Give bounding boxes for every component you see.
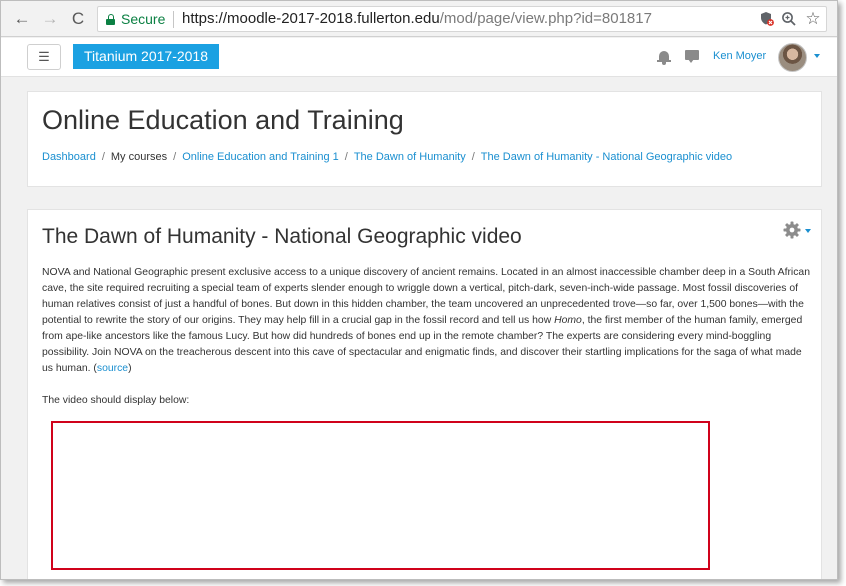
- site-navbar: ☰ Titanium 2017-2018 Ken Moyer: [1, 38, 837, 77]
- breadcrumb-course[interactable]: Online Education and Training 1: [182, 151, 339, 163]
- secure-label: Secure: [121, 11, 166, 27]
- forward-button[interactable]: →: [39, 8, 61, 30]
- user-menu-caret-icon[interactable]: [814, 54, 820, 58]
- zoom-icon[interactable]: [780, 11, 798, 29]
- bookmark-star-icon[interactable]: ☆: [804, 9, 822, 28]
- url-path: /mod/page/view.php?id=801817: [439, 10, 652, 27]
- menu-toggle-button[interactable]: ☰: [27, 44, 61, 70]
- video-embed-placeholder[interactable]: [51, 421, 710, 570]
- video-note: The video should display below:: [42, 395, 190, 406]
- gear-menu-caret-icon[interactable]: [805, 229, 811, 233]
- breadcrumb-page[interactable]: The Dawn of Humanity - National Geograph…: [481, 151, 732, 163]
- gear-icon[interactable]: [783, 221, 801, 239]
- messages-icon[interactable]: [685, 50, 699, 64]
- url-host: https://moodle-2017-2018.fullerton.edu: [182, 10, 440, 27]
- description-text-end: ): [128, 363, 132, 374]
- description-italic: Homo: [554, 315, 582, 326]
- notifications-bell-icon[interactable]: [657, 50, 671, 65]
- breadcrumb-section[interactable]: The Dawn of Humanity: [354, 151, 466, 163]
- description-paragraph: NOVA and National Geographic present exc…: [42, 265, 812, 377]
- url-text[interactable]: https://moodle-2017-2018.fullerton.edu/m…: [182, 10, 652, 27]
- browser-window: ← → C Secure https://moodle-2017-2018.fu…: [0, 0, 838, 580]
- page-content: The Dawn of Humanity - National Geograph…: [27, 209, 822, 579]
- breadcrumb-separator: /: [471, 151, 475, 163]
- breadcrumb-separator: /: [101, 151, 105, 163]
- breadcrumb-my-courses: My courses: [110, 151, 168, 163]
- page-header: Online Education and Training Dashboard /…: [27, 91, 822, 187]
- address-bar[interactable]: Secure https://moodle-2017-2018.fullerto…: [97, 6, 827, 32]
- back-button[interactable]: ←: [11, 8, 33, 30]
- site-brand-link[interactable]: Titanium 2017-2018: [73, 44, 219, 69]
- lock-icon: [106, 14, 115, 25]
- source-link[interactable]: source: [97, 363, 128, 374]
- avatar[interactable]: [778, 43, 807, 72]
- breadcrumb: Dashboard / My courses / Online Education an…: [42, 151, 732, 163]
- address-divider: [173, 11, 174, 28]
- content-title: The Dawn of Humanity - National Geograph…: [42, 225, 522, 248]
- breadcrumb-dashboard[interactable]: Dashboard: [42, 151, 96, 163]
- page-title: Online Education and Training: [42, 105, 404, 135]
- breadcrumb-separator: /: [173, 151, 177, 163]
- user-menu-name[interactable]: Ken Moyer: [713, 50, 766, 62]
- reload-button[interactable]: C: [67, 8, 89, 30]
- breadcrumb-separator: /: [344, 151, 348, 163]
- browser-toolbar: ← → C Secure https://moodle-2017-2018.fu…: [1, 1, 837, 37]
- blocked-content-icon[interactable]: [758, 11, 776, 29]
